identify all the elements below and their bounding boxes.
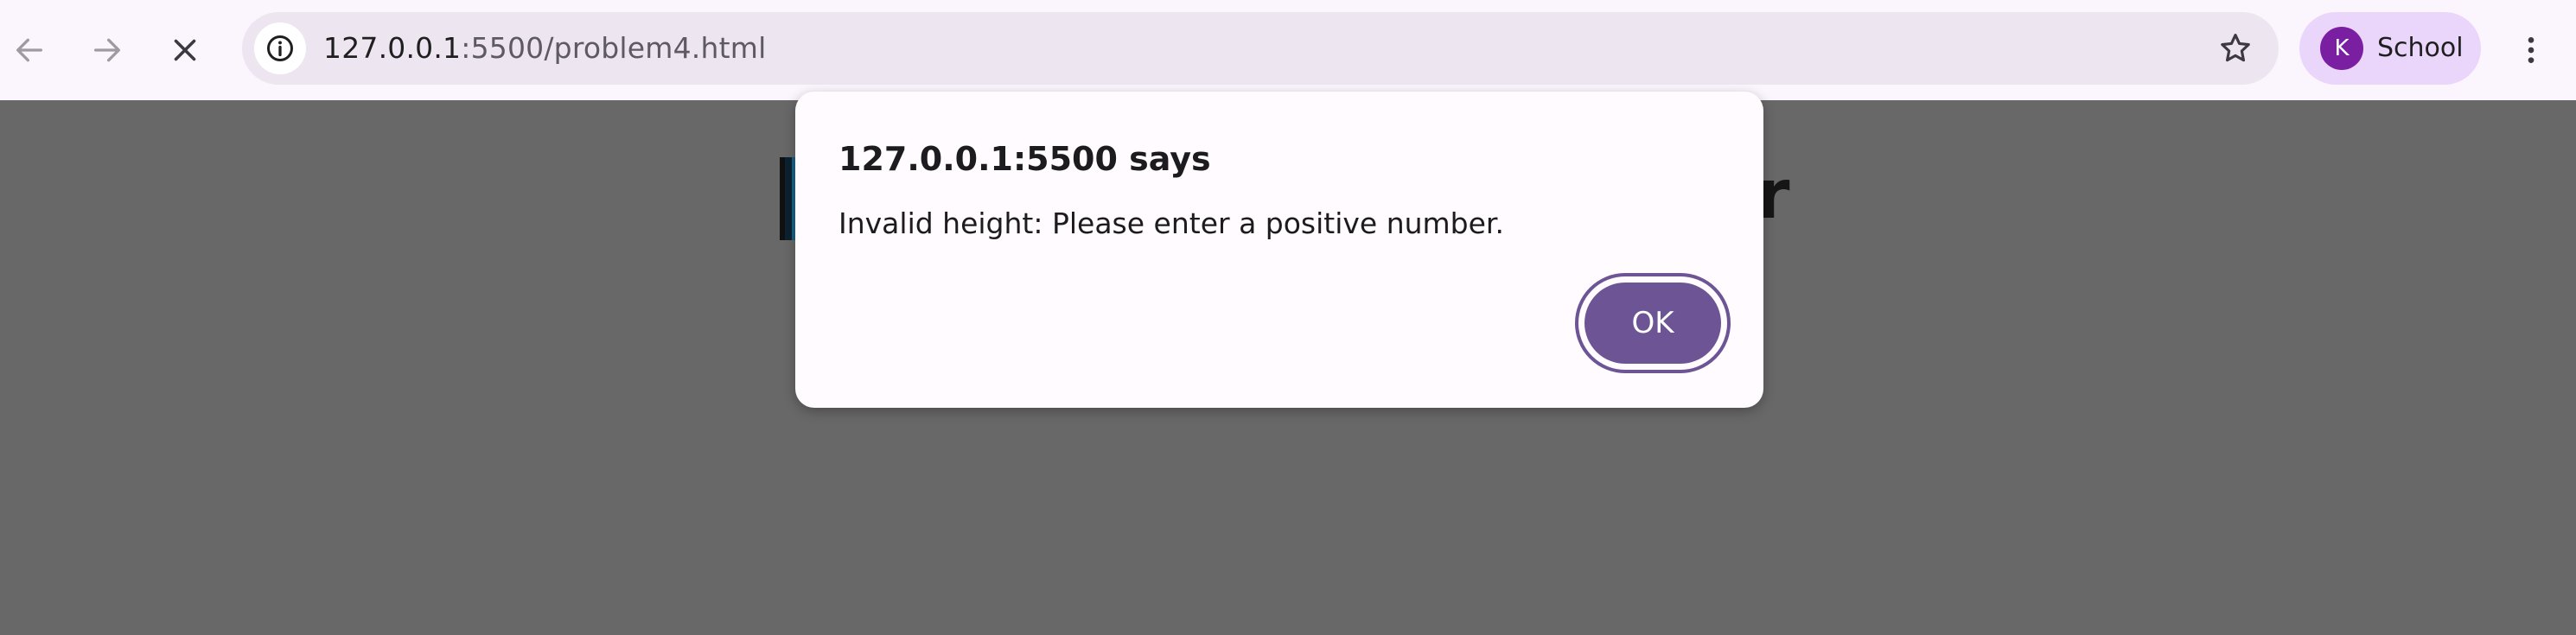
dialog-title: 127.0.0.1:5500 says <box>838 140 1211 178</box>
dialog-message: Invalid height: Please enter a positive … <box>838 206 1504 240</box>
address-bar[interactable]: 127.0.0.1:5500/problem4.html <box>242 12 2279 85</box>
kebab-menu-icon <box>2528 37 2535 63</box>
avatar: K <box>2320 27 2363 70</box>
url-host: 127.0.0.1 <box>323 31 462 65</box>
url-text[interactable]: 127.0.0.1:5500/problem4.html <box>323 12 766 85</box>
close-icon <box>174 39 196 61</box>
ok-button[interactable]: OK <box>1584 283 1721 364</box>
site-info-button[interactable] <box>254 22 306 74</box>
back-button[interactable] <box>2 22 57 78</box>
page-heading-fragment <box>780 157 797 240</box>
profile-name: School <box>2377 33 2464 63</box>
stop-loading-button[interactable] <box>157 22 213 78</box>
url-path: :5500/problem4.html <box>461 31 767 65</box>
bookmark-button[interactable] <box>2215 28 2256 69</box>
info-icon <box>267 35 293 61</box>
back-arrow-icon <box>16 38 42 62</box>
browser-menu-button[interactable] <box>2503 22 2559 78</box>
forward-button[interactable] <box>80 22 135 78</box>
profile-button[interactable]: K School <box>2299 12 2481 85</box>
forward-arrow-icon <box>94 38 120 62</box>
browser-toolbar: 127.0.0.1:5500/problem4.html K School <box>0 0 2576 100</box>
ok-button-focus-ring: OK <box>1575 273 1731 373</box>
alert-dialog: 127.0.0.1:5500 says Invalid height: Plea… <box>795 92 1763 408</box>
star-icon <box>2221 34 2250 62</box>
